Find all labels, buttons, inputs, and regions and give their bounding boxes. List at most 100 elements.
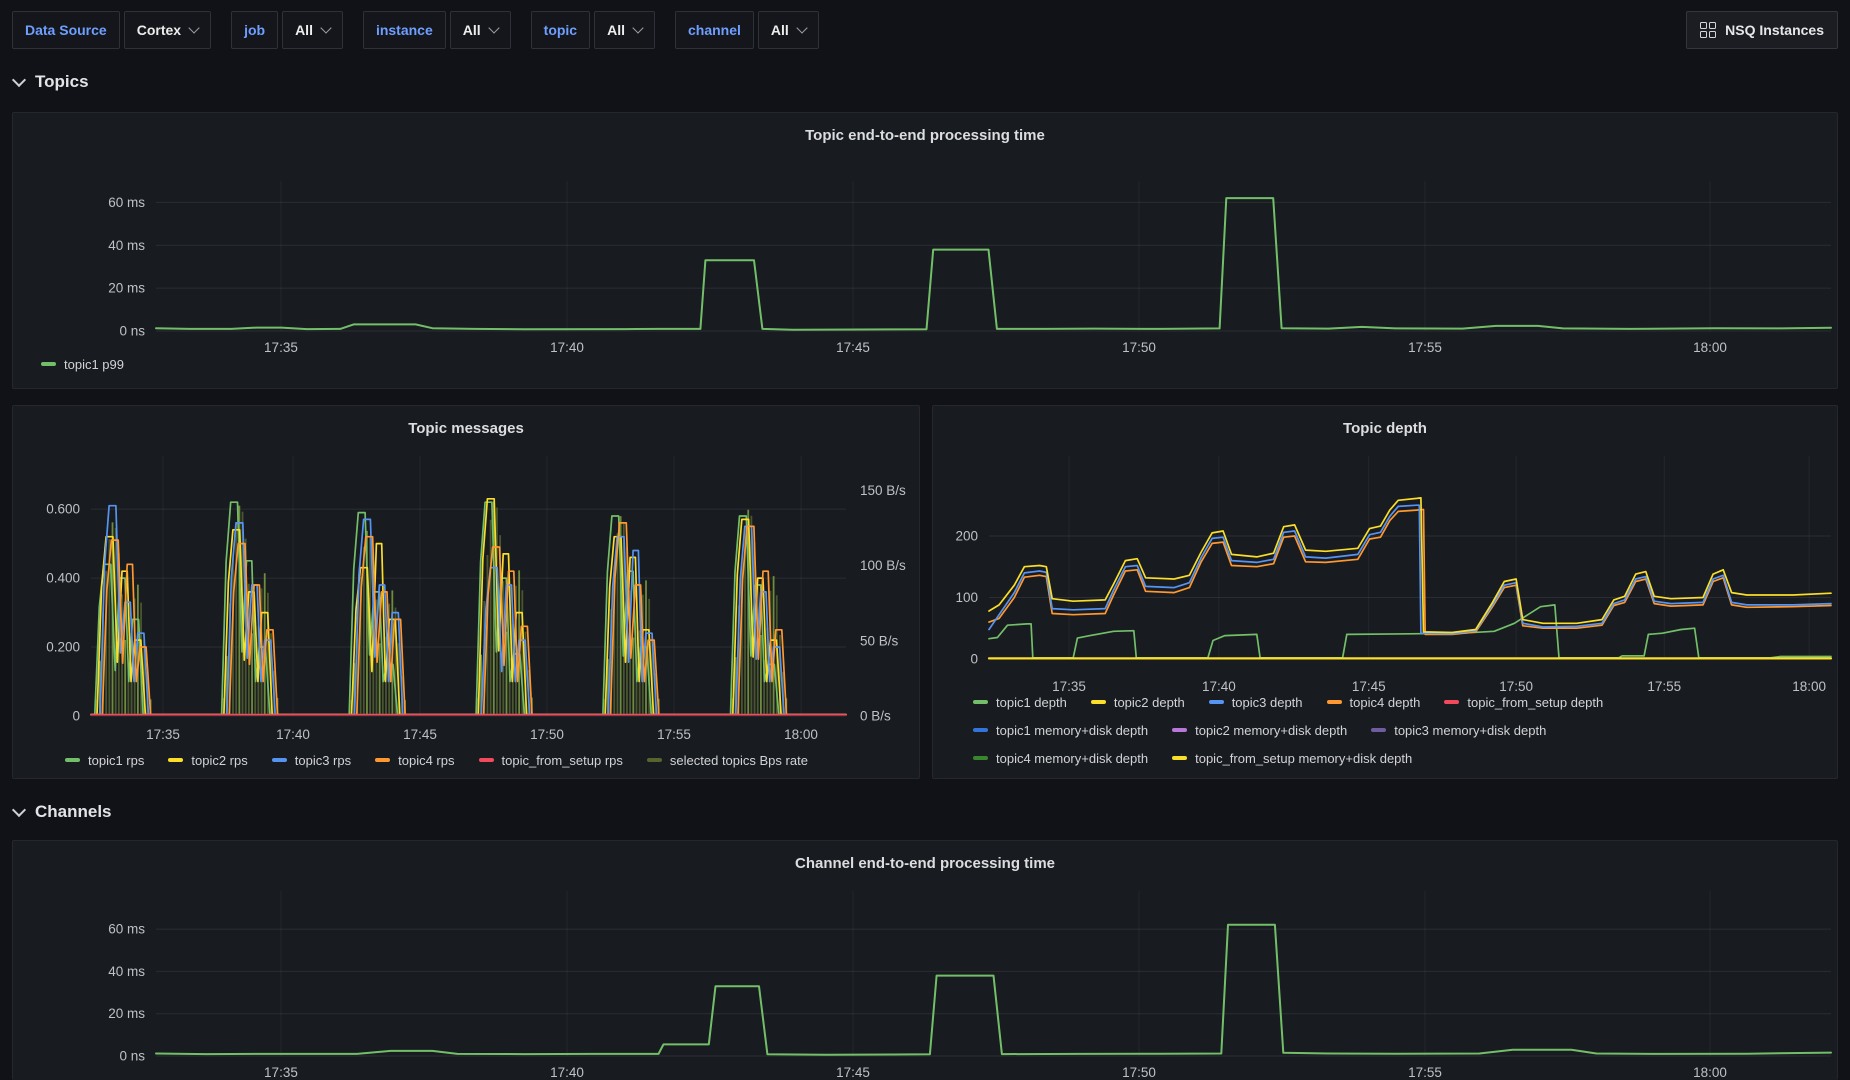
legend-series-color-icon	[1327, 700, 1342, 704]
svg-text:40 ms: 40 ms	[108, 964, 145, 979]
nsq-instances-label: NSQ Instances	[1725, 22, 1824, 38]
section-row-topics[interactable]: Topics	[14, 68, 89, 96]
apps-grid-icon	[1700, 22, 1717, 39]
variable-label-datasource[interactable]: Data Source	[12, 11, 120, 49]
legend-item[interactable]: topic4 memory+disk depth	[973, 751, 1148, 766]
svg-text:0: 0	[970, 652, 978, 667]
chevron-down-icon	[488, 22, 499, 33]
legend-series-label: selected topics Bps rate	[670, 753, 808, 768]
variable-value-instance[interactable]: All	[450, 11, 511, 49]
panel-topic-messages: Topic messages 00.2000.4000.6000 B/s50 B…	[12, 405, 920, 779]
chevron-down-icon	[796, 22, 807, 33]
section-row-channels[interactable]: Channels	[14, 798, 112, 826]
legend-series-label: topic3 rps	[295, 753, 351, 768]
legend-item[interactable]: topic2 rps	[168, 753, 247, 768]
svg-text:0.600: 0.600	[46, 502, 80, 517]
legend-series-label: topic2 memory+disk depth	[1195, 723, 1347, 738]
legend-series-color-icon	[1091, 700, 1106, 704]
legend-item[interactable]: topic1 p99	[41, 357, 124, 372]
svg-text:0 B/s: 0 B/s	[860, 709, 891, 724]
legend-item[interactable]: topic_from_setup memory+disk depth	[1172, 751, 1412, 766]
legend-item[interactable]: topic3 rps	[272, 753, 351, 768]
legend: topic1 p99	[41, 356, 148, 384]
variable-value-text: All	[463, 22, 481, 38]
legend-series-label: topic3 depth	[1232, 695, 1303, 710]
legend: topic1 rps topic2 rps topic3 rps topic4 rps…	[65, 752, 832, 779]
legend-series-label: topic2 rps	[191, 753, 247, 768]
variable-label-job[interactable]: job	[231, 11, 278, 49]
legend-series-color-icon	[65, 758, 80, 762]
chevron-down-icon	[320, 22, 331, 33]
legend-item[interactable]: topic4 rps	[375, 753, 454, 768]
chart-canvas-channel-e2e[interactable]: 0 ns20 ms40 ms60 ms17:3517:4017:4517:501…	[13, 841, 1838, 1080]
variable-value-datasource[interactable]: Cortex	[124, 11, 211, 49]
variable-label-channel[interactable]: channel	[675, 11, 754, 49]
legend-series-color-icon	[1172, 756, 1187, 760]
svg-text:60 ms: 60 ms	[108, 922, 145, 937]
legend-series-label: topic_from_setup depth	[1467, 695, 1603, 710]
svg-text:17:40: 17:40	[550, 340, 584, 355]
svg-text:100: 100	[955, 590, 978, 605]
svg-text:17:40: 17:40	[276, 727, 310, 742]
legend-row: topic1 rps topic2 rps topic3 rps topic4 rps…	[65, 752, 832, 768]
legend-item[interactable]: topic2 memory+disk depth	[1172, 723, 1347, 738]
legend-series-color-icon	[973, 700, 988, 704]
section-title-channels: Channels	[35, 802, 112, 822]
variable-value-text: Cortex	[137, 22, 181, 38]
svg-text:50 B/s: 50 B/s	[860, 633, 899, 648]
legend-item[interactable]: topic3 memory+disk depth	[1371, 723, 1546, 738]
legend-item[interactable]: topic_from_setup rps	[479, 753, 623, 768]
svg-text:40 ms: 40 ms	[108, 238, 145, 253]
legend-series-color-icon	[375, 758, 390, 762]
chevron-down-icon	[12, 72, 26, 86]
variable-value-channel[interactable]: All	[758, 11, 819, 49]
svg-text:17:55: 17:55	[1408, 1065, 1442, 1080]
variable-instance: instance All	[363, 11, 511, 49]
svg-text:17:45: 17:45	[1352, 679, 1386, 694]
svg-text:0.200: 0.200	[46, 640, 80, 655]
legend-series-label: topic1 depth	[996, 695, 1067, 710]
legend-row: topic1 memory+disk depth topic2 memory+di…	[973, 722, 1627, 738]
nsq-instances-button[interactable]: NSQ Instances	[1686, 11, 1838, 49]
svg-text:18:00: 18:00	[784, 727, 818, 742]
variable-channel: channel All	[675, 11, 819, 49]
variable-value-topic[interactable]: All	[594, 11, 655, 49]
svg-text:17:55: 17:55	[1647, 679, 1681, 694]
svg-text:0.400: 0.400	[46, 571, 80, 586]
legend-series-color-icon	[1371, 728, 1386, 732]
svg-text:17:40: 17:40	[1202, 679, 1236, 694]
legend-item[interactable]: topic1 memory+disk depth	[973, 723, 1148, 738]
svg-text:150 B/s: 150 B/s	[860, 483, 906, 498]
svg-text:0 ns: 0 ns	[119, 1049, 145, 1064]
legend-item[interactable]: topic3 depth	[1209, 695, 1303, 710]
legend-series-color-icon	[1209, 700, 1224, 704]
variable-value-job[interactable]: All	[282, 11, 343, 49]
svg-text:17:55: 17:55	[657, 727, 691, 742]
svg-text:17:50: 17:50	[1499, 679, 1533, 694]
variable-value-text: All	[295, 22, 313, 38]
chart-canvas-topic-e2e[interactable]: 0 ns20 ms40 ms60 ms17:3517:4017:4517:501…	[13, 113, 1838, 389]
legend-item[interactable]: topic4 depth	[1327, 695, 1421, 710]
svg-text:0 ns: 0 ns	[119, 324, 145, 339]
svg-text:17:35: 17:35	[146, 727, 180, 742]
variable-label-text: channel	[688, 22, 741, 38]
svg-text:17:55: 17:55	[1408, 340, 1442, 355]
legend-item[interactable]: topic_from_setup depth	[1444, 695, 1603, 710]
grafana-nsq-dashboard: { "toolbar": { "pairs": [ {"label": "Dat…	[0, 0, 1850, 1080]
legend-series-color-icon	[1444, 700, 1459, 704]
variable-label-topic[interactable]: topic	[531, 11, 590, 49]
svg-text:17:35: 17:35	[264, 1065, 298, 1080]
variable-label-text: job	[244, 22, 265, 38]
legend-item[interactable]: topic1 depth	[973, 695, 1067, 710]
legend-series-label: topic1 memory+disk depth	[996, 723, 1148, 738]
legend-item[interactable]: selected topics Bps rate	[647, 753, 808, 768]
legend-row: topic1 depth topic2 depth topic3 depth topi…	[973, 694, 1627, 710]
legend-item[interactable]: topic2 depth	[1091, 695, 1185, 710]
variable-label-instance[interactable]: instance	[363, 11, 446, 49]
svg-text:17:50: 17:50	[530, 727, 564, 742]
svg-text:0: 0	[72, 709, 80, 724]
variable-label-text: instance	[376, 22, 433, 38]
svg-text:100 B/s: 100 B/s	[860, 558, 906, 573]
legend-item[interactable]: topic1 rps	[65, 753, 144, 768]
chart-canvas-topic-messages[interactable]: 0 0.200 0.400 0.600 0 B/s 50 B/s 100 B/s 150 B/…	[13, 406, 920, 779]
